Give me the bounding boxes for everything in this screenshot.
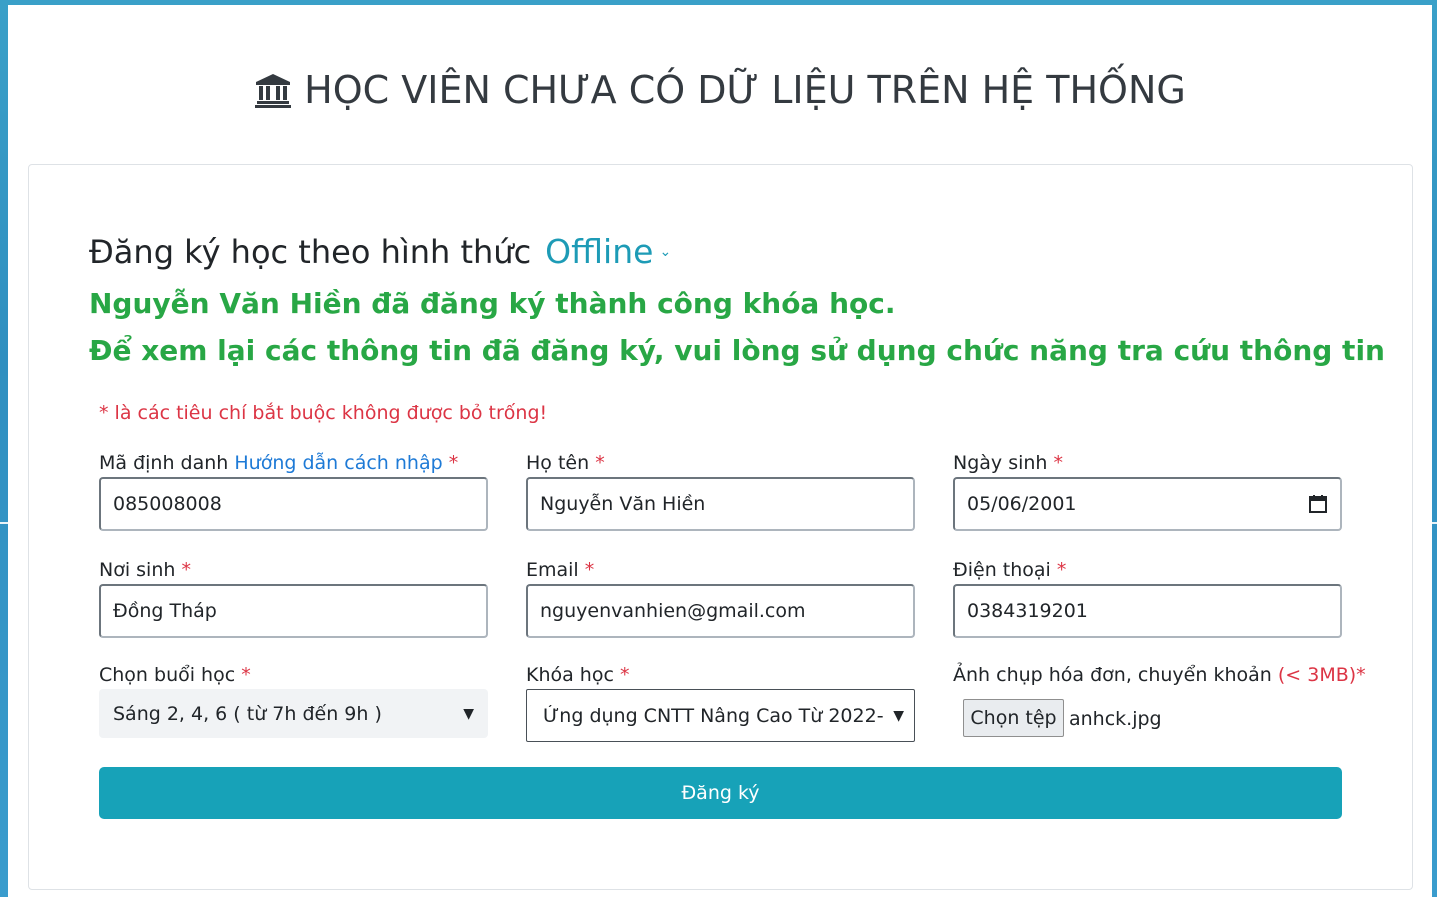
- mode-dropdown[interactable]: Offline ⌄: [545, 232, 671, 271]
- receipt-limit: (< 3MB): [1277, 664, 1357, 686]
- session-label: Chọn buổi học *: [99, 664, 251, 686]
- id-label-text: Mã định danh: [99, 452, 229, 474]
- birthplace-input[interactable]: Đồng Tháp: [99, 584, 488, 638]
- receipt-label-text: Ảnh chụp hóa đơn, chuyển khoản: [953, 664, 1272, 686]
- course-select[interactable]: Ứng dụng CNTT Nâng Cao Từ 2022-10 ▼: [526, 689, 915, 742]
- id-input[interactable]: 085008008: [99, 477, 488, 531]
- birthplace-input-value: Đồng Tháp: [113, 600, 217, 622]
- id-help-link[interactable]: Hướng dẫn cách nhập: [234, 452, 442, 474]
- name-input[interactable]: Nguyễn Văn Hiền: [526, 477, 915, 531]
- course-label: Khóa học *: [526, 664, 629, 686]
- id-input-value: 085008008: [113, 493, 222, 515]
- birthplace-label: Nơi sinh *: [99, 559, 191, 581]
- file-name: anhck.jpg: [1069, 708, 1162, 730]
- background-line-right: [1432, 522, 1437, 524]
- page-title: HỌC VIÊN CHƯA CÓ DỮ LIỆU TRÊN HỆ THỐNG: [0, 68, 1437, 112]
- required-mark: *: [619, 664, 630, 686]
- choose-file-button[interactable]: Chọn tệp: [963, 699, 1064, 737]
- success-message-line1: Nguyễn Văn Hiền đã đăng ký thành công kh…: [89, 287, 896, 320]
- dob-input[interactable]: 05/06/2001: [953, 477, 1342, 531]
- phone-label: Điện thoại *: [953, 559, 1066, 581]
- required-mark: *: [181, 559, 191, 581]
- receipt-label: Ảnh chụp hóa đơn, chuyển khoản (< 3MB)*: [953, 664, 1366, 686]
- required-mark: *: [1356, 664, 1366, 686]
- course-label-text: Khóa học: [526, 664, 614, 686]
- email-label: Email *: [526, 559, 594, 581]
- bank-icon: [255, 74, 292, 108]
- page-title-text: HỌC VIÊN CHƯA CÓ DỮ LIỆU TRÊN HỆ THỐNG: [304, 68, 1186, 112]
- required-mark: *: [1053, 452, 1064, 474]
- session-label-text: Chọn buổi học: [99, 664, 236, 686]
- required-mark: *: [448, 452, 459, 474]
- id-label: Mã định danh Hướng dẫn cách nhập *: [99, 452, 458, 474]
- required-mark: *: [241, 664, 251, 686]
- name-input-value: Nguyễn Văn Hiền: [540, 493, 706, 515]
- chevron-down-icon: ⌄: [659, 243, 672, 260]
- session-select[interactable]: Sáng 2, 4, 6 ( từ 7h đến 9h ) ▼: [99, 689, 488, 738]
- dob-label: Ngày sinh *: [953, 452, 1063, 474]
- chevron-down-icon: ▼: [463, 705, 474, 722]
- mode-value: Offline: [545, 232, 654, 271]
- chevron-down-icon: ▼: [893, 707, 904, 724]
- required-mark: *: [595, 452, 605, 474]
- session-select-value: Sáng 2, 4, 6 ( từ 7h đến 9h ): [113, 702, 382, 725]
- birthplace-label-text: Nơi sinh: [99, 559, 176, 581]
- name-label: Họ tên *: [526, 452, 605, 474]
- registration-heading-text: Đăng ký học theo hình thức: [89, 233, 532, 271]
- dob-label-text: Ngày sinh: [953, 452, 1048, 474]
- name-label-text: Họ tên: [526, 452, 590, 474]
- required-mark: *: [1056, 559, 1067, 581]
- success-message-line2: Để xem lại các thông tin đã đăng ký, vui…: [89, 334, 1385, 367]
- email-input[interactable]: nguyenvanhien@gmail.com: [526, 584, 915, 638]
- required-mark: *: [584, 559, 595, 581]
- course-select-value: Ứng dụng CNTT Nâng Cao Từ 2022-10: [543, 704, 883, 727]
- calendar-icon[interactable]: [1308, 494, 1328, 514]
- dob-input-value: 05/06/2001: [967, 493, 1077, 515]
- phone-input-value: 0384319201: [967, 600, 1088, 622]
- background-line-left: [0, 522, 8, 524]
- email-input-value: nguyenvanhien@gmail.com: [540, 600, 806, 622]
- email-label-text: Email: [526, 559, 579, 581]
- required-note: * là các tiêu chí bắt buộc không được bỏ…: [99, 402, 548, 424]
- submit-button[interactable]: Đăng ký: [99, 767, 1342, 819]
- phone-label-text: Điện thoại: [953, 559, 1051, 581]
- registration-heading: Đăng ký học theo hình thức Offline ⌄: [89, 232, 671, 271]
- phone-input[interactable]: 0384319201: [953, 584, 1342, 638]
